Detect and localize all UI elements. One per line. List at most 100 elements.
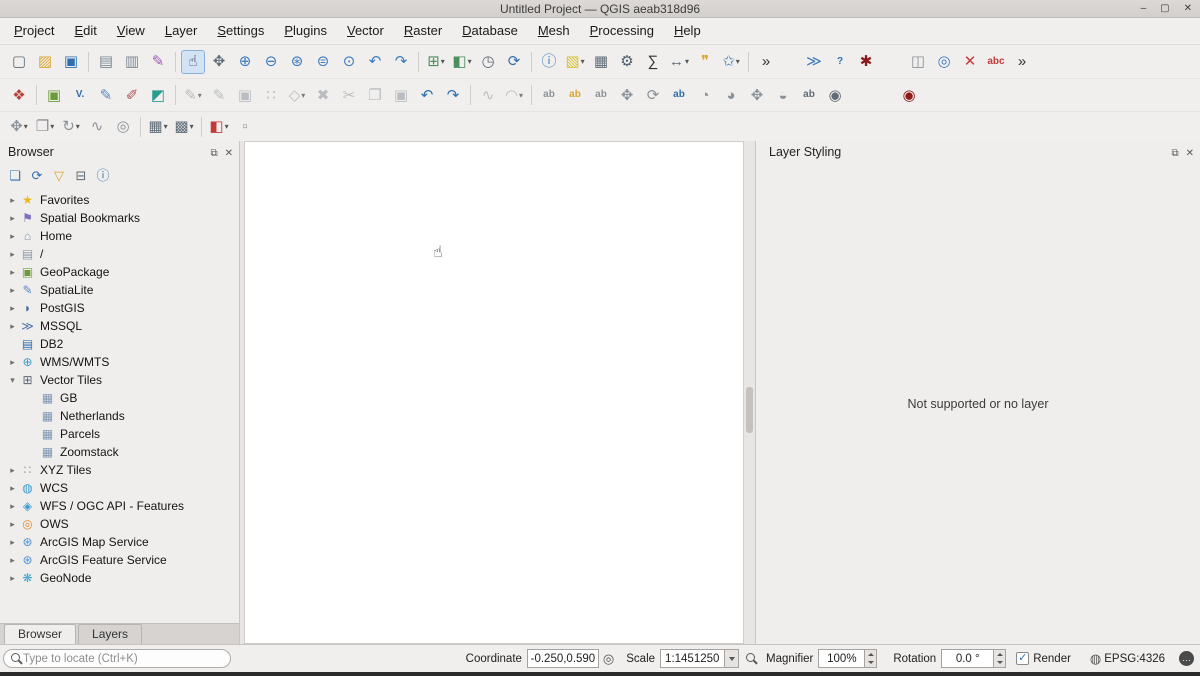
browser-item-favorites[interactable]: ▸★Favorites [0,191,239,209]
browser-item-parcels[interactable]: ▦Parcels [0,425,239,443]
magnifier-input[interactable] [818,649,864,668]
browser-item-spatialite[interactable]: ▸✎SpatiaLite [0,281,239,299]
expander-right-icon[interactable]: ▸ [6,321,19,332]
new-temporary-scratch-layer-icon[interactable]: ✐ [120,83,144,107]
expander-right-icon[interactable]: ▸ [6,501,19,512]
new-project-icon[interactable]: ▢ [7,50,31,74]
browser-item-geonode[interactable]: ▸❋GeoNode [0,569,239,587]
dropdown-caret-icon[interactable]: ▾ [164,122,168,131]
new-spatialite-layer-icon[interactable]: ✎ [94,83,118,107]
zoom-to-selection-icon[interactable]: ⊜ [311,50,335,74]
raster-stretch-full-icon[interactable]: ▦▾ [146,115,170,139]
menu-edit[interactable]: Edit [64,18,106,44]
scale-input[interactable] [660,649,724,668]
menu-database[interactable]: Database [452,18,528,44]
browser-item-wfs-ogc-api-features[interactable]: ▸◈WFS / OGC API - Features [0,497,239,515]
splitter-handle[interactable] [746,387,753,433]
raster-stretch-local-icon[interactable]: ▩▾ [172,115,196,139]
menu-settings[interactable]: Settings [207,18,274,44]
open-attribute-table-icon[interactable]: ▦ [589,50,613,74]
diagram-move-icon[interactable]: ✥ [745,83,769,107]
layer-diagram-options-icon[interactable]: ◉ [823,83,847,107]
locate-input[interactable] [23,653,224,665]
open-project-icon[interactable]: ▨ [33,50,57,74]
expander-right-icon[interactable]: ▸ [6,267,19,278]
label-rotate-icon[interactable]: ⟳ [641,83,665,107]
browser-item-xyz-tiles[interactable]: ▸∷XYZ Tiles [0,461,239,479]
menu-view[interactable]: View [107,18,155,44]
expander-right-icon[interactable]: ▸ [6,213,19,224]
expander-right-icon[interactable]: ▸ [6,357,19,368]
dropdown-caret-icon[interactable]: ▾ [24,122,28,131]
coordinate-input[interactable] [527,649,599,668]
scale-dropdown-button[interactable] [724,649,739,668]
messages-button[interactable]: … [1179,651,1194,666]
rotate-feature-icon[interactable]: ↻▾ [59,115,83,139]
browser-item-geopackage[interactable]: ▸▣GeoPackage [0,263,239,281]
spin-up-button[interactable] [865,650,876,659]
move-feature-icon[interactable]: ✥▾ [7,115,31,139]
label-highlight-pinned-icon[interactable]: ab [537,83,561,107]
label-toolbar-pin-icon[interactable]: ◫ [906,50,930,74]
style-manager-icon[interactable]: ✎ [146,50,170,74]
select-features-icon[interactable]: ▧▾ [563,50,587,74]
label-move-icon[interactable]: ✥ [615,83,639,107]
expander-right-icon[interactable]: ▸ [6,519,19,530]
simplify-feature-icon[interactable]: ∿ [85,115,109,139]
expander-right-icon[interactable]: ▸ [6,537,19,548]
new-3d-map-view-icon[interactable]: ◧▾ [450,50,474,74]
label-pin-unpin-icon[interactable]: ab [563,83,587,107]
browser-item-wms-wmts[interactable]: ▸⊕WMS/WMTS [0,353,239,371]
dropdown-caret-icon[interactable]: ▾ [225,122,229,131]
spin-down-button[interactable] [994,659,1005,668]
map-canvas[interactable]: ☝ [244,141,744,644]
locate-box[interactable] [3,649,231,668]
browser-item-zoomstack[interactable]: ▦Zoomstack [0,443,239,461]
float-panel-icon[interactable]: ⧉ [1171,148,1178,159]
close-panel-icon[interactable]: ✕ [225,148,233,159]
menu-vector[interactable]: Vector [337,18,394,44]
magnifier-spinbox[interactable] [818,649,877,668]
new-mesh-layer-icon[interactable]: ◩ [146,83,170,107]
menu-help[interactable]: Help [664,18,711,44]
spell-check-icon[interactable]: abc [984,50,1008,74]
refresh-map-icon[interactable]: ⟳ [502,50,526,74]
expander-right-icon[interactable]: ▸ [6,231,19,242]
python-console-icon[interactable]: ≫ [802,50,826,74]
row-overflow-icon[interactable]: » [1010,50,1034,74]
crs-status[interactable]: ◍ EPSG:4326 [1086,652,1165,665]
processing-toolbox-icon[interactable]: ⚙ [615,50,639,74]
new-map-view-icon[interactable]: ⊞▾ [424,50,448,74]
close-icon[interactable]: ✕ [1184,4,1192,14]
menu-raster[interactable]: Raster [394,18,452,44]
pan-map-icon[interactable]: ☝ [181,50,205,74]
diagram-change-properties-icon[interactable]: ◒ [771,83,795,107]
filter-browser-icon[interactable]: ▽ [49,165,69,185]
minimize-icon[interactable]: – [1141,4,1147,14]
browser-item-ows[interactable]: ▸◎OWS [0,515,239,533]
new-geopackage-layer-icon[interactable]: ▣ [42,83,66,107]
diagram-show-hide-icon[interactable]: ◕ [719,83,743,107]
browser-item-item[interactable]: ▸▤/ [0,245,239,263]
rotation-input[interactable] [941,649,993,668]
float-panel-icon[interactable]: ⧉ [210,148,217,159]
redo-icon[interactable]: ↷ [441,83,465,107]
map-annotations-icon[interactable]: ◧▾ [207,115,231,139]
label-show-hide-icon[interactable]: ab [589,83,613,107]
map-tips-icon[interactable]: ❞ [693,50,717,74]
undo-icon[interactable]: ↶ [415,83,439,107]
panel-tab-browser[interactable]: Browser [4,624,76,644]
data-source-manager-icon[interactable]: ❖ [7,83,31,107]
menu-processing[interactable]: Processing [580,18,664,44]
maximize-icon[interactable]: ▢ [1160,4,1169,14]
label-change-properties-icon[interactable]: ab [667,83,691,107]
osm-search-clear-icon[interactable]: ✕ [958,50,982,74]
refresh-browser-icon[interactable]: ⟳ [27,165,47,185]
scale-combo[interactable] [660,649,739,668]
close-panel-icon[interactable]: ✕ [1186,148,1194,159]
new-spatial-bookmark-icon[interactable]: ✩▾ [719,50,743,74]
dropdown-caret-icon[interactable]: ▾ [50,122,54,131]
browser-item-home[interactable]: ▸⌂Home [0,227,239,245]
identify-features-icon[interactable]: ⓘ [537,50,561,74]
browser-item-vector-tiles[interactable]: ▾⊞Vector Tiles [0,371,239,389]
